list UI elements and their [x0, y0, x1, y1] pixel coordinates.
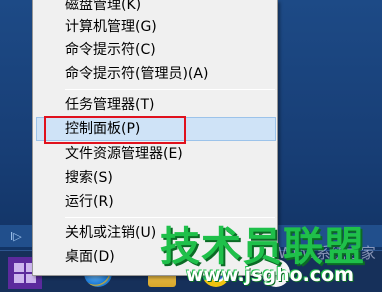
site-watermark: Win8系统之家 技术员联盟 www.jsgho.com	[160, 214, 382, 292]
menu-item-shutdown-label: 关机或注销(U)	[65, 225, 157, 241]
menu-item-computer-management[interactable]: 计算机管理(G)	[36, 15, 276, 39]
start-icon-pane	[14, 263, 24, 272]
menu-item-command-prompt[interactable]: 命令提示符(C)	[36, 38, 276, 62]
start-icon-pane	[14, 274, 24, 283]
menu-item-task-manager[interactable]: 任务管理器(T)	[36, 93, 276, 117]
menu-item-search[interactable]: 搜索(S)	[36, 166, 276, 190]
side-marker: I▷	[10, 230, 22, 243]
menu-item-file-explorer[interactable]: 文件资源管理器(E)	[36, 142, 276, 166]
menu-separator	[65, 89, 275, 90]
annotation-highlight-box	[44, 116, 186, 144]
menu-item-command-prompt-admin[interactable]: 命令提示符(管理员)(A)	[36, 62, 276, 86]
watermark-url: www.jsgho.com	[186, 264, 354, 286]
menu-item-run[interactable]: 运行(R)	[36, 190, 276, 214]
